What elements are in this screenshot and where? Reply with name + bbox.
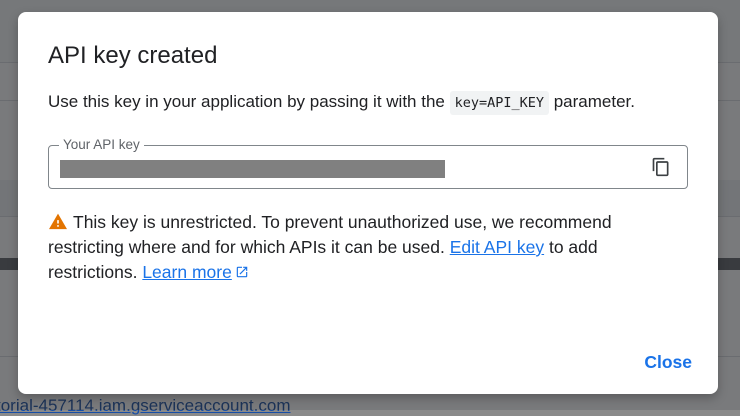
api-key-dialog: API key created Use this key in your app… [18, 12, 718, 394]
unrestricted-warning: This key is unrestricted. To prevent una… [48, 210, 688, 285]
description-text: Use this key in your application by pass… [48, 92, 450, 111]
api-key-field[interactable]: Your API key [48, 136, 688, 189]
close-button[interactable]: Close [644, 352, 692, 373]
warning-icon [49, 213, 67, 230]
copy-button[interactable] [649, 155, 673, 179]
code-snippet: key=API_KEY [449, 91, 549, 115]
dialog-description: Use this key in your application by pass… [48, 90, 698, 115]
copy-icon [652, 157, 669, 177]
description-text-end: parameter. [549, 92, 635, 111]
external-link-icon[interactable] [235, 265, 249, 279]
learn-more-link[interactable]: Learn more [142, 262, 232, 282]
api-key-field-label: Your API key [59, 136, 144, 154]
api-key-value-redacted[interactable] [60, 160, 445, 178]
edit-api-key-link[interactable]: Edit API key [450, 237, 544, 257]
dialog-title: API key created [48, 42, 218, 69]
